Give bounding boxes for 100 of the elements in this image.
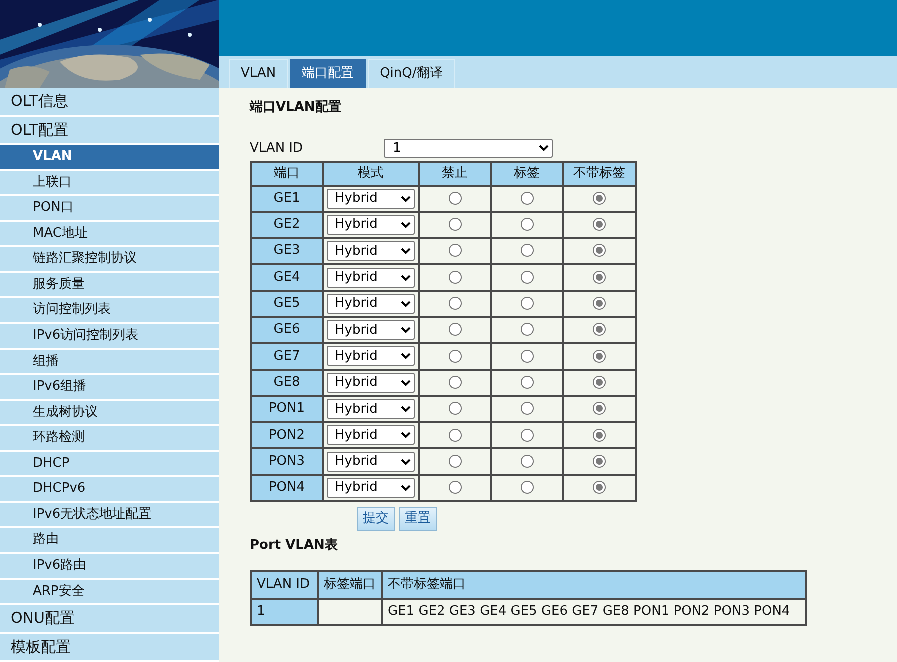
radio-button[interactable] — [448, 402, 462, 416]
sidebar-subitem[interactable]: DHCPv6 — [0, 477, 219, 501]
sidebar-subitem[interactable]: 组播 — [0, 350, 219, 374]
vlan-id-select[interactable]: 1 — [384, 139, 553, 158]
sidebar-subitem[interactable]: MAC地址 — [0, 222, 219, 246]
radio-button[interactable] — [520, 454, 534, 468]
radio-button[interactable] — [520, 402, 534, 416]
port-cell: GE4 — [251, 264, 323, 291]
radio-button[interactable] — [520, 297, 534, 310]
radio-button[interactable] — [520, 428, 534, 442]
column-header: 端口 — [251, 162, 323, 186]
radio-button[interactable] — [448, 428, 462, 442]
radio-button[interactable] — [593, 376, 606, 389]
radio-button[interactable] — [448, 481, 462, 494]
radio-button[interactable] — [593, 192, 606, 205]
port-cell: PON1 — [251, 396, 323, 422]
sidebar-subitem[interactable]: 服务质量 — [0, 272, 219, 296]
sidebar-item[interactable]: 模板配置 — [0, 634, 219, 660]
tab[interactable]: 端口配置 — [290, 58, 366, 88]
port-cell: GE6 — [251, 316, 323, 344]
mode-select[interactable]: Hybrid — [327, 399, 415, 420]
column-header: 不带标签 — [563, 162, 636, 186]
field-label: VLAN ID — [250, 140, 304, 158]
mode-select[interactable]: Hybrid — [327, 346, 415, 366]
radio-button[interactable] — [593, 244, 606, 258]
form-button[interactable]: 提交 — [357, 507, 395, 531]
sidebar-subitem[interactable]: 上联口 — [0, 170, 219, 194]
sidebar-subitem[interactable]: IPv6组播 — [0, 375, 219, 399]
port-cell: GE2 — [251, 212, 323, 238]
mode-select[interactable]: Hybrid — [327, 478, 415, 498]
mode-select[interactable]: Hybrid — [327, 214, 415, 235]
port-cell: GE5 — [251, 290, 323, 317]
mode-select[interactable]: Hybrid — [327, 241, 415, 262]
sidebar-subitem[interactable]: 访问控制列表 — [0, 298, 219, 322]
mode-select[interactable]: Hybrid — [327, 452, 415, 472]
radio-button[interactable] — [593, 428, 606, 442]
radio-button[interactable] — [593, 323, 606, 336]
form-button[interactable]: 重置 — [399, 507, 437, 531]
section-title: Port VLAN表 — [250, 536, 339, 555]
radio-button[interactable] — [448, 244, 462, 258]
radio-button[interactable] — [448, 297, 462, 310]
radio-button[interactable] — [448, 350, 462, 363]
radio-button[interactable] — [593, 454, 606, 468]
radio-button[interactable] — [593, 270, 606, 284]
radio-button[interactable] — [448, 323, 462, 336]
sidebar-item[interactable]: OLT信息 — [0, 88, 219, 114]
sidebar-subitem[interactable]: DHCP — [0, 452, 219, 476]
radio-button[interactable] — [448, 376, 462, 389]
sidebar-subitem[interactable]: ARP安全 — [0, 580, 219, 604]
radio-button[interactable] — [448, 218, 462, 232]
tab[interactable]: QinQ/翻译 — [368, 58, 455, 88]
mode-select[interactable]: Hybrid — [327, 294, 415, 314]
port-cell: PON4 — [251, 474, 323, 502]
sidebar-subitem[interactable]: 链路汇聚控制协议 — [0, 247, 219, 271]
table-cell: 1 — [251, 599, 318, 626]
radio-button[interactable] — [593, 218, 606, 232]
sidebar-item[interactable]: OLT配置 — [0, 116, 219, 143]
section-title: 端口VLAN配置 — [250, 99, 342, 117]
radio-button[interactable] — [593, 297, 606, 310]
column-header: 标签端口 — [318, 571, 382, 600]
radio-button[interactable] — [520, 481, 534, 494]
mode-select[interactable]: Hybrid — [327, 188, 415, 209]
sidebar-subitem[interactable]: 路由 — [0, 528, 219, 552]
mode-select[interactable]: Hybrid — [327, 425, 415, 446]
radio-button[interactable] — [593, 350, 606, 363]
column-header: 禁止 — [419, 162, 491, 186]
sidebar-subitem[interactable]: IPv6无状态地址配置 — [0, 502, 219, 526]
column-header: 模式 — [323, 162, 419, 186]
sidebar-subitem[interactable]: PON口 — [0, 196, 219, 220]
sidebar-subitem[interactable]: 生成树协议 — [0, 400, 219, 424]
radio-button[interactable] — [520, 323, 534, 336]
radio-button[interactable] — [520, 218, 534, 232]
column-header: VLAN ID — [251, 571, 318, 600]
port-cell: PON2 — [251, 422, 323, 448]
radio-button[interactable] — [593, 402, 606, 416]
radio-button[interactable] — [520, 192, 534, 205]
radio-button[interactable] — [448, 454, 462, 468]
sidebar-item[interactable]: ONU配置 — [0, 605, 219, 632]
sidebar-subitem[interactable]: VLAN — [0, 145, 219, 169]
sidebar-subitem[interactable]: 环路检测 — [0, 426, 219, 450]
radio-button[interactable] — [520, 350, 534, 363]
radio-button[interactable] — [448, 192, 462, 205]
radio-button[interactable] — [520, 270, 534, 284]
radio-button[interactable] — [448, 270, 462, 284]
mode-select[interactable]: Hybrid — [327, 372, 415, 393]
radio-button[interactable] — [520, 376, 534, 389]
sidebar-subitem[interactable]: IPv6路由 — [0, 554, 219, 578]
column-header: 标签 — [491, 162, 563, 186]
mode-select[interactable]: Hybrid — [327, 320, 415, 340]
sidebar-subitem[interactable]: IPv6访问控制列表 — [0, 324, 219, 348]
column-header: 不带标签端口 — [382, 571, 806, 600]
radio-button[interactable] — [593, 481, 606, 494]
mode-select[interactable]: Hybrid — [327, 268, 415, 288]
port-cell: GE7 — [251, 343, 323, 370]
tab[interactable]: VLAN — [229, 58, 288, 88]
radio-button[interactable] — [520, 244, 534, 258]
port-cell: GE8 — [251, 370, 323, 396]
table-cell: GE1 GE2 GE3 GE4 GE5 GE6 GE7 GE8 PON1 PON2 PON3 PON4 — [382, 599, 806, 626]
port-cell: PON3 — [251, 448, 323, 475]
port-cell: GE1 — [251, 186, 323, 212]
